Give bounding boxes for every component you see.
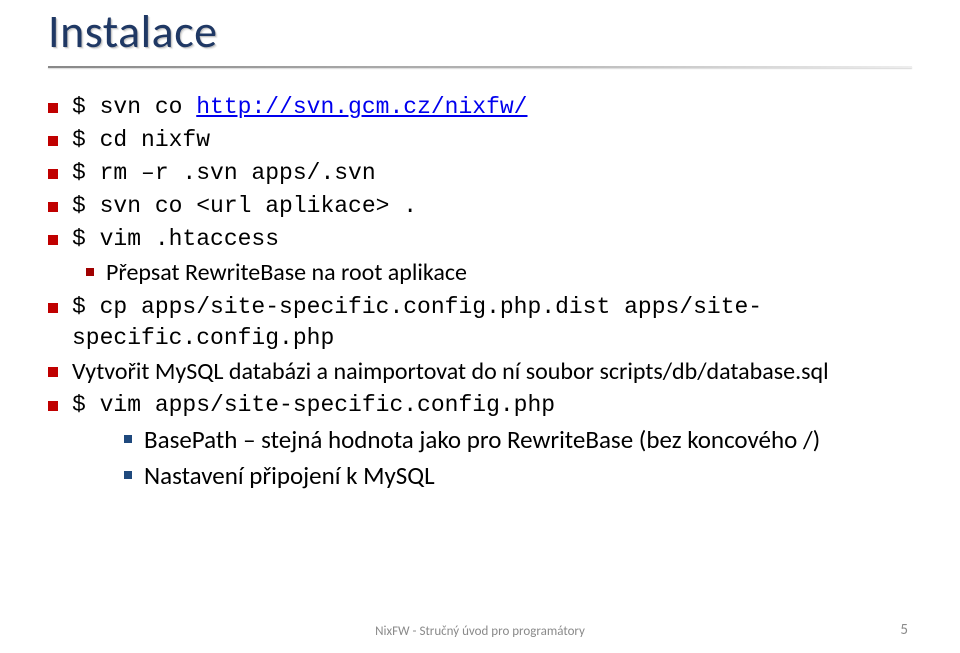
bullet-marker-icon — [124, 435, 132, 443]
bullet-line-3: $ rm –r .svn apps/.svn — [48, 158, 912, 189]
text-part-a: Vytvořit MySQL databázi a naimportovat d… — [72, 357, 599, 386]
text-part-b: scripts/db/database.sql — [599, 357, 828, 386]
bullet-marker-icon — [48, 103, 58, 113]
bullet-line-6: Přepsat RewriteBase na root aplikace — [86, 257, 912, 289]
bullet-line-7: $ cp apps/site-specific.config.php.dist … — [48, 292, 912, 354]
line-text: $ rm –r .svn apps/.svn — [72, 158, 912, 189]
line-text: Přepsat RewriteBase na root aplikace — [106, 257, 912, 289]
line-text: $ vim .htaccess — [72, 224, 912, 255]
bullet-line-10: BasePath – stejná hodnota jako pro Rewri… — [124, 423, 912, 457]
bullet-marker-icon — [48, 169, 58, 179]
bullet-line-11: Nastavení připojení k MySQL — [124, 459, 912, 493]
title-underline — [48, 66, 912, 68]
bullet-line-1: $ svn co http://svn.gcm.cz/nixfw/ — [48, 92, 912, 123]
line-text: $ cp apps/site-specific.config.php.dist … — [72, 292, 912, 354]
slide-title: Instalace — [48, 0, 912, 66]
line-text: $ svn co http://svn.gcm.cz/nixfw/ — [72, 92, 912, 123]
bullet-marker-icon — [48, 202, 58, 212]
line-text: Vytvořit MySQL databázi a naimportovat d… — [72, 356, 912, 388]
bullet-marker-icon — [48, 303, 58, 313]
line-text: Nastavení připojení k MySQL — [144, 459, 912, 493]
bullet-line-8: Vytvořit MySQL databázi a naimportovat d… — [48, 356, 912, 388]
bullet-marker-icon — [124, 471, 132, 479]
slide-content: $ svn co http://svn.gcm.cz/nixfw/ $ cd n… — [48, 92, 912, 493]
bullet-line-4: $ svn co <url aplikace> . — [48, 191, 912, 222]
bullet-marker-icon — [48, 367, 58, 377]
bullet-marker-icon — [48, 136, 58, 146]
text: $ svn co — [72, 94, 196, 120]
url-link[interactable]: http://svn.gcm.cz/nixfw/ — [196, 94, 527, 120]
bullet-line-9: $ vim apps/site-specific.config.php — [48, 390, 912, 421]
bullet-marker-icon — [48, 235, 58, 245]
line-text: $ cd nixfw — [72, 125, 912, 156]
footer-text: NixFW - Stručný úvod pro programátory — [0, 624, 960, 639]
page-number: 5 — [900, 621, 908, 639]
bullet-marker-icon — [48, 401, 58, 411]
bullet-line-5: $ vim .htaccess — [48, 224, 912, 255]
line-text: $ svn co <url aplikace> . — [72, 191, 912, 222]
line-text: $ vim apps/site-specific.config.php — [72, 390, 912, 421]
slide: Instalace $ svn co http://svn.gcm.cz/nix… — [0, 0, 960, 653]
bullet-marker-icon — [86, 268, 94, 276]
bullet-line-2: $ cd nixfw — [48, 125, 912, 156]
line-text: BasePath – stejná hodnota jako pro Rewri… — [144, 423, 912, 457]
